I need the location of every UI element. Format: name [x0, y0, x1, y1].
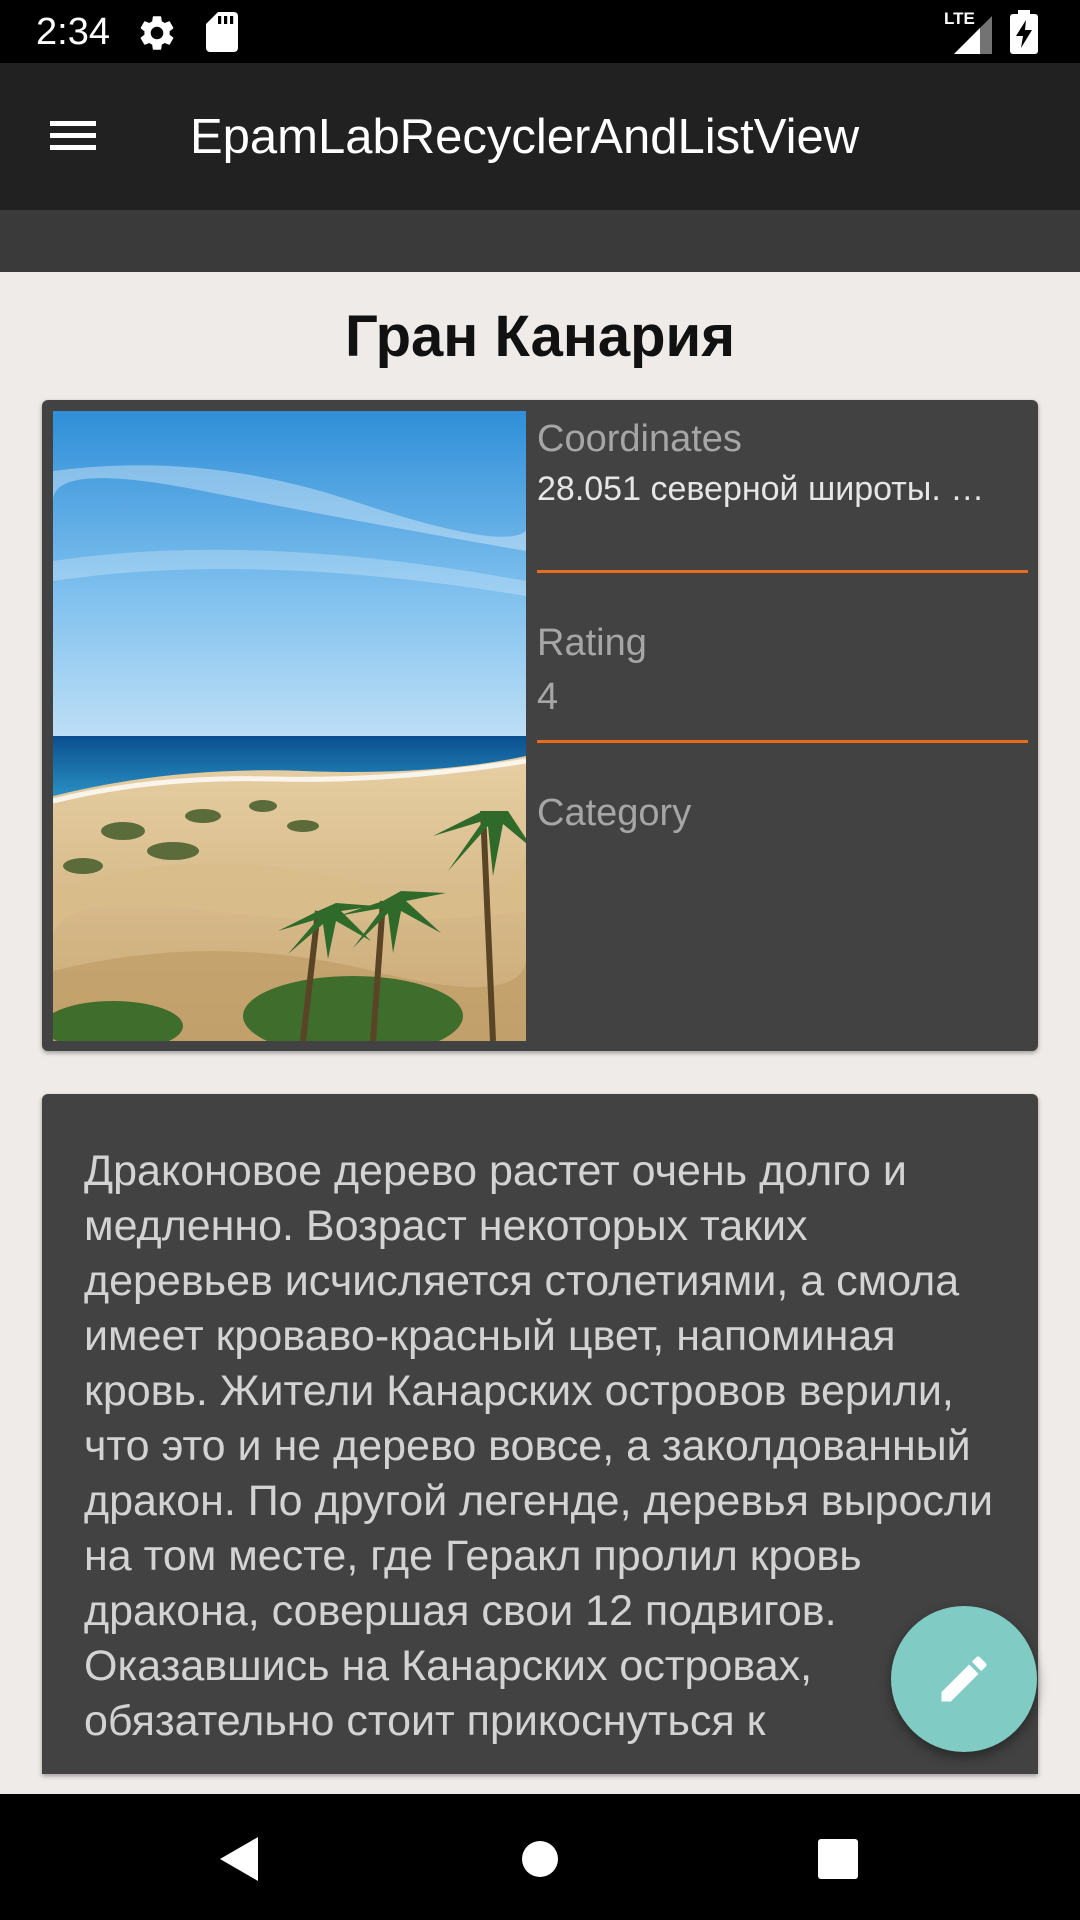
coordinates-value: 28.051 северной широты. …: [537, 470, 985, 508]
app-toolbar: EpamLabRecyclerAndListView: [0, 63, 1080, 210]
coordinates-label: Coordinates: [537, 418, 742, 460]
beach-photo: [53, 411, 526, 1041]
menu-icon[interactable]: [44, 113, 102, 159]
rating-underline: [537, 740, 1028, 743]
status-time: 2:34: [36, 11, 110, 53]
rating-field[interactable]: Rating 4: [537, 620, 1028, 720]
gear-icon: [140, 16, 174, 50]
navigation-bar: [0, 1794, 1080, 1920]
info-card: Coordinates 28.051 северной широты. … Ra…: [42, 400, 1038, 1051]
status-bar: 2:34 LTE: [0, 0, 1080, 63]
page-title: Гран Канария: [344, 304, 736, 369]
rating-label: Rating: [537, 622, 647, 664]
toolbar-extension: [0, 210, 1080, 272]
screen: 2:34 LTE EpamLabRecyclerAndListView Гран…: [0, 0, 1080, 1920]
battery-charging-icon: [1010, 10, 1038, 54]
description-card[interactable]: Драконовое дерево растет очень долго и м…: [42, 1094, 1038, 1774]
rating-value: 4: [537, 676, 559, 718]
category-label: Category: [537, 792, 692, 834]
sd-card-icon: [206, 12, 238, 52]
home-icon[interactable]: [510, 1829, 570, 1889]
back-icon[interactable]: [210, 1829, 270, 1889]
signal-icon: LTE: [944, 10, 992, 54]
coordinates-field[interactable]: Coordinates 28.051 северной широты. …: [537, 416, 1028, 510]
category-field[interactable]: Category: [537, 790, 1028, 836]
edit-pencil-icon: [941, 1656, 987, 1702]
recents-icon[interactable]: [808, 1829, 868, 1889]
toolbar-title: EpamLabRecyclerAndListView: [190, 110, 860, 164]
description-text: Драконовое дерево растет очень долго и м…: [84, 1147, 993, 1745]
coordinates-underline: [537, 570, 1028, 573]
edit-fab-button[interactable]: [891, 1606, 1037, 1752]
